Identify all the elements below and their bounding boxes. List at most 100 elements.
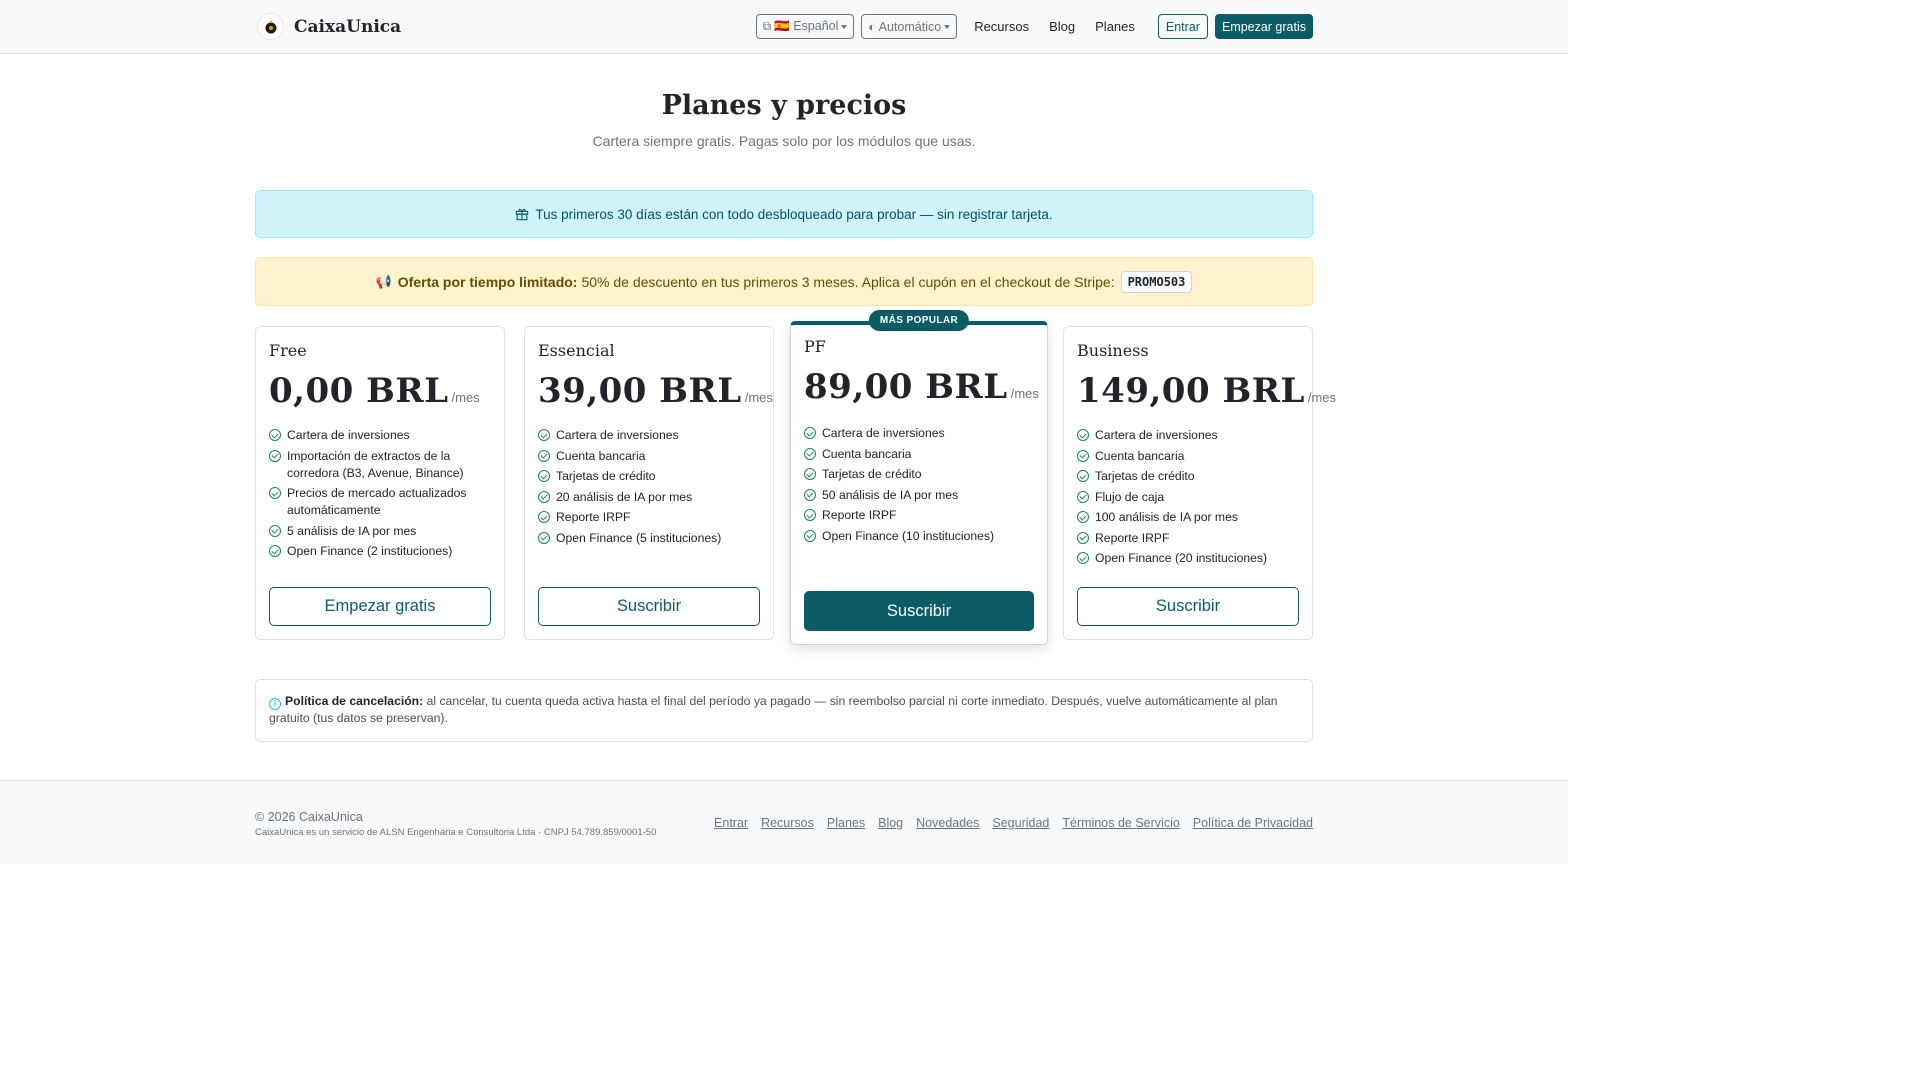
feature-text: Open Finance (2 instituciones): [287, 544, 453, 558]
translate-icon: ⧉: [762, 19, 772, 33]
check-circle-icon: [538, 511, 550, 523]
gift-icon: [516, 208, 529, 221]
feature-item: Open Finance (2 instituciones): [269, 543, 494, 560]
start-free-button[interactable]: Empezar gratis: [1214, 14, 1313, 39]
nav-link-planes[interactable]: Planes: [1095, 19, 1135, 34]
megaphone-icon: 📢: [375, 273, 392, 289]
brand-link[interactable]: CaixaUnica: [257, 13, 401, 40]
footer-link-blog[interactable]: Blog: [878, 816, 903, 830]
check-circle-icon: [804, 529, 816, 542]
coupon-code[interactable]: PROMO503: [1120, 270, 1193, 293]
feature-item: Reporte IRPF: [1077, 530, 1302, 547]
nav-right: ⧉ 🇪🇸 Español ◐ Automático Recursos Blog …: [755, 14, 1313, 39]
feature-item: Open Finance (5 instituciones): [538, 530, 763, 547]
check-circle-icon: [1077, 490, 1089, 503]
policy-title: Política de cancelación:: [285, 694, 424, 708]
start-free-plan-button[interactable]: Empezar gratis: [269, 587, 491, 626]
nav-link-blog[interactable]: Blog: [1049, 19, 1075, 34]
plan-name: Business: [1077, 341, 1149, 360]
feature-text: Reporte IRPF: [822, 508, 897, 522]
check-circle-icon: [269, 487, 281, 499]
footer-link-seguridad[interactable]: Seguridad: [992, 816, 1049, 830]
check-circle-icon: [1077, 552, 1089, 564]
nav-link-recursos[interactable]: Recursos: [974, 19, 1029, 34]
promo-alert-title: Oferta por tiempo limitado:: [397, 273, 578, 290]
feature-text: Open Finance (10 instituciones): [822, 528, 995, 543]
plan-price-value: 149,00 BRL: [1077, 371, 1305, 411]
feature-item: Tarjetas de crédito: [804, 466, 1037, 483]
plan-features: Cartera de inversiones Cuenta bancaria T…: [1077, 427, 1302, 571]
plan-features: Cartera de inversiones Importación de ex…: [269, 427, 494, 564]
feature-text: Cartera de inversiones: [822, 426, 945, 440]
plan-price: 0,00 BRL /mes: [269, 371, 480, 411]
check-circle-icon: [538, 470, 550, 482]
feature-item: Flujo de caja: [1077, 489, 1302, 506]
plan-name: Free: [269, 341, 307, 360]
footer-link-privacidad[interactable]: Política de Privacidad: [1193, 816, 1313, 830]
chevron-down-icon: [841, 24, 848, 29]
plan-features: Cartera de inversiones Cuenta bancaria T…: [804, 425, 1037, 548]
check-circle-icon: [1077, 470, 1089, 482]
footer-link-recursos[interactable]: Recursos: [761, 816, 814, 830]
footer-link-terminos[interactable]: Términos de Servicio: [1062, 816, 1179, 830]
feature-item: Reporte IRPF: [538, 509, 763, 526]
feature-item: 5 análisis de IA por mes: [269, 523, 494, 540]
feature-text: Importación de extractos de la corredora…: [287, 448, 464, 480]
plan-card-pf: MÁS POPULAR PF 89,00 BRL /mes Cartera de…: [790, 310, 1048, 645]
subscribe-button[interactable]: Suscribir: [1077, 587, 1299, 626]
plan-price-period: /mes: [744, 390, 773, 405]
footer-link-planes[interactable]: Planes: [827, 816, 865, 830]
feature-item: Reporte IRPF: [804, 507, 1037, 524]
plan-price: 39,00 BRL /mes: [538, 371, 773, 411]
piggy-bank-logo-icon: [257, 13, 284, 40]
language-label: 🇪🇸 Español: [774, 19, 839, 33]
check-circle-icon: [804, 447, 816, 460]
theme-label: Automático: [878, 19, 942, 34]
check-circle-icon: [538, 429, 550, 441]
feature-item: Tarjetas de crédito: [1077, 468, 1302, 485]
feature-text: Cuenta bancaria: [1095, 448, 1185, 463]
feature-item: Cartera de inversiones: [269, 427, 494, 444]
check-circle-icon: [269, 429, 281, 441]
check-circle-icon: [804, 427, 816, 439]
plan-price-period: /mes: [451, 390, 480, 405]
check-circle-icon: [538, 531, 550, 544]
plan-price: 89,00 BRL /mes: [804, 367, 1039, 407]
promo-alert-text: 50% de descuento en tus primeros 3 meses…: [581, 273, 1115, 290]
check-circle-icon: [804, 509, 816, 521]
plan-price-value: 39,00 BRL: [538, 371, 742, 411]
feature-item: Cartera de inversiones: [1077, 427, 1302, 444]
brand-name: CaixaUnica: [294, 16, 402, 37]
footer-link-entrar[interactable]: Entrar: [714, 816, 748, 830]
footer-link-novedades[interactable]: Novedades: [916, 816, 979, 830]
feature-text: Flujo de caja: [1095, 489, 1165, 504]
plan-price-period: /mes: [1307, 390, 1337, 405]
theme-dropdown[interactable]: ◐ Automático: [861, 14, 958, 39]
plan-price-period: /mes: [1010, 386, 1039, 401]
trial-alert: Tus primeros 30 días están con todo desb…: [255, 190, 1313, 238]
plan-card-free: Free 0,00 BRL /mes Cartera de inversione…: [255, 326, 505, 640]
footer-legal: CaixaUnica es un servicio de ALSN Engenh…: [255, 827, 657, 838]
feature-item: Cuenta bancaria: [804, 446, 1037, 463]
plan-price: 149,00 BRL /mes: [1077, 371, 1336, 411]
plan-price-value: 0,00 BRL: [269, 371, 449, 411]
subscribe-button[interactable]: Suscribir: [538, 587, 760, 626]
feature-item: Open Finance (10 instituciones): [804, 528, 1037, 545]
plan-card-essencial: Essencial 39,00 BRL /mes Cartera de inve…: [524, 326, 774, 640]
feature-text: 50 análisis de IA por mes: [822, 487, 959, 502]
subscribe-button[interactable]: Suscribir: [804, 591, 1034, 631]
check-circle-icon: [269, 449, 281, 462]
feature-item: 100 análisis de IA por mes: [1077, 509, 1302, 526]
feature-text: Cuenta bancaria: [822, 446, 912, 461]
login-button[interactable]: Entrar: [1157, 14, 1208, 39]
plan-features: Cartera de inversiones Cuenta bancaria T…: [538, 427, 763, 550]
feature-text: Cartera de inversiones: [287, 428, 410, 442]
feature-item: Importación de extractos de la corredora…: [269, 448, 494, 482]
check-circle-icon: [1077, 511, 1089, 523]
footer-links: Entrar Recursos Planes Blog Novedades Se…: [701, 816, 1313, 830]
language-dropdown[interactable]: ⧉ 🇪🇸 Español: [755, 14, 855, 39]
feature-text: Tarjetas de crédito: [556, 469, 656, 483]
plan-name: PF: [804, 337, 826, 356]
cancellation-policy: i Política de cancelación: al cancelar, t…: [255, 679, 1313, 742]
feature-text: Open Finance (20 instituciones): [1095, 551, 1268, 565]
